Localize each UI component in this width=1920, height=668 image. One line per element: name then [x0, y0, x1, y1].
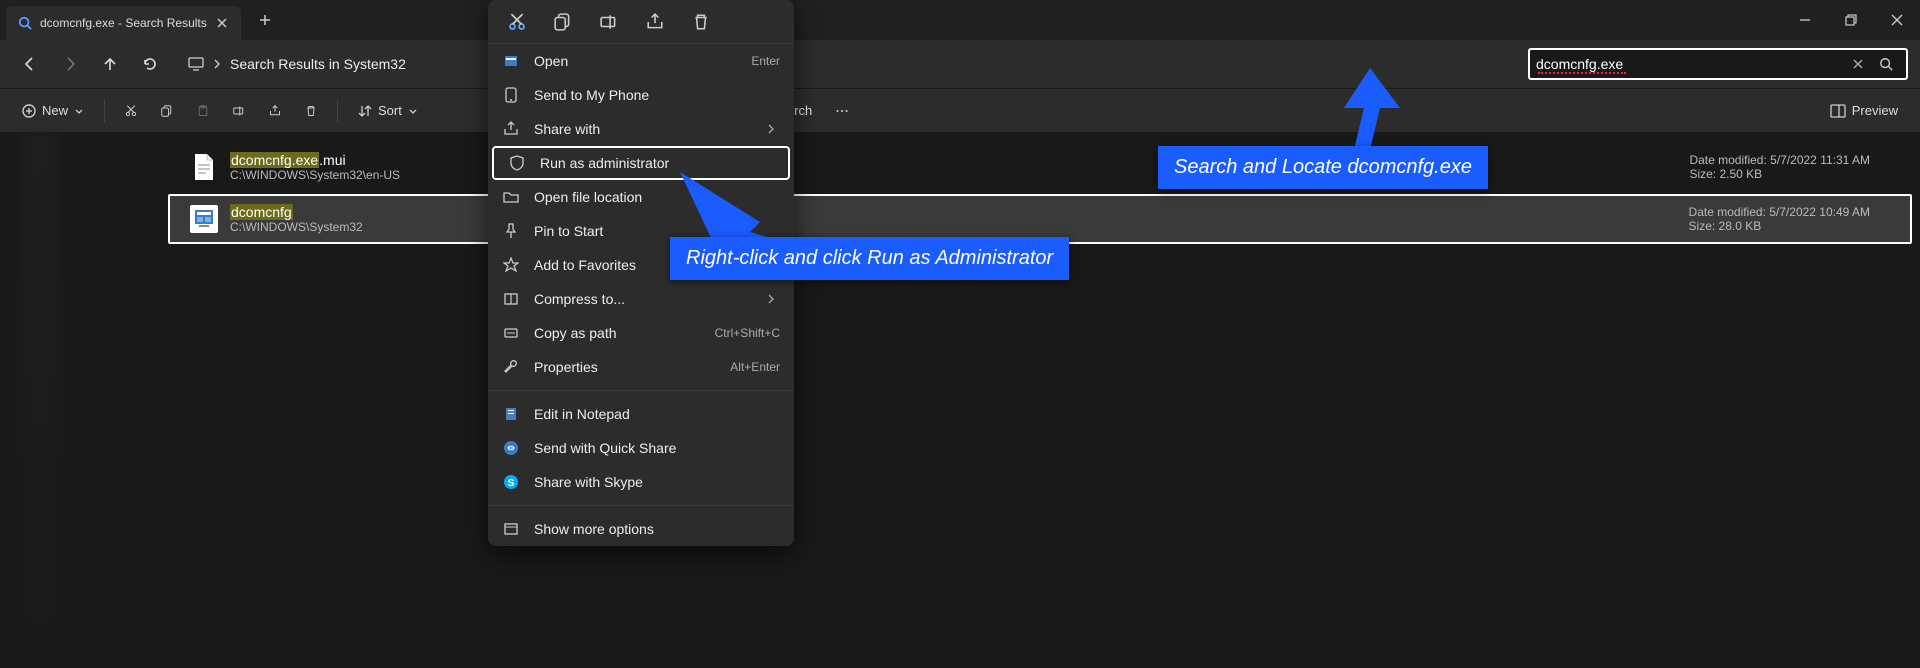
- tab-search-results[interactable]: dcomcnfg.exe - Search Results: [6, 6, 241, 40]
- minimize-button[interactable]: [1782, 0, 1828, 40]
- search-input-container: [1528, 48, 1908, 80]
- annotation-search: Search and Locate dcomcnfg.exe: [1158, 146, 1488, 189]
- file-name: dcomcnfg.exe.mui: [230, 152, 400, 168]
- close-window-button[interactable]: [1874, 0, 1920, 40]
- ctx-skype[interactable]: S Share with Skype: [488, 465, 794, 499]
- open-icon: [502, 52, 520, 70]
- ctx-rename-button[interactable]: [588, 4, 630, 40]
- titlebar: dcomcnfg.exe - Search Results: [0, 0, 1920, 40]
- file-name: dcomcnfg: [230, 204, 363, 220]
- window-icon: [502, 520, 520, 538]
- ctx-delete-button[interactable]: [680, 4, 722, 40]
- annotation-runadmin: Right-click and click Run as Administrat…: [670, 237, 1069, 280]
- pin-icon: [502, 222, 520, 240]
- breadcrumb-text: Search Results in System32: [230, 56, 406, 72]
- chevron-down-icon: [74, 106, 84, 116]
- ctx-open[interactable]: Open Enter: [488, 44, 794, 78]
- new-tab-button[interactable]: [249, 4, 281, 36]
- address-bar: Search Results in System32: [0, 40, 1920, 88]
- ctx-share-with[interactable]: Share with: [488, 112, 794, 146]
- window-controls: [1782, 0, 1920, 40]
- search-button[interactable]: [1872, 50, 1900, 78]
- up-button[interactable]: [92, 46, 128, 82]
- file-path: C:\WINDOWS\System32\en-US: [230, 168, 400, 182]
- ctx-edit-notepad[interactable]: Edit in Notepad: [488, 397, 794, 431]
- copy-button[interactable]: [151, 95, 183, 127]
- forward-button[interactable]: [52, 46, 88, 82]
- chevron-right-icon: [762, 120, 780, 138]
- close-tab-icon[interactable]: [215, 16, 229, 30]
- rename-button[interactable]: [223, 95, 255, 127]
- annotation-arrow: [1320, 68, 1400, 158]
- file-icon: [190, 153, 218, 181]
- chevron-right-icon: [762, 290, 780, 308]
- context-menu-toolbar: [488, 0, 794, 44]
- preview-button[interactable]: Preview: [1820, 95, 1908, 127]
- app-icon: [190, 205, 218, 233]
- ctx-send-phone[interactable]: Send to My Phone: [488, 78, 794, 112]
- refresh-button[interactable]: [132, 46, 168, 82]
- shield-icon: [508, 154, 526, 172]
- share-icon: [502, 120, 520, 138]
- search-icon: [18, 16, 32, 30]
- ctx-share-button[interactable]: [634, 4, 676, 40]
- archive-icon: [502, 290, 520, 308]
- ctx-quick-share[interactable]: Send with Quick Share: [488, 431, 794, 465]
- delete-button[interactable]: [295, 95, 327, 127]
- tab-title: dcomcnfg.exe - Search Results: [40, 16, 207, 30]
- star-icon: [502, 256, 520, 274]
- result-row[interactable]: dcomcnfg.exe.mui C:\WINDOWS\System32\en-…: [168, 142, 1912, 192]
- cut-button[interactable]: [115, 95, 147, 127]
- new-label: New: [42, 103, 68, 118]
- clear-search-button[interactable]: [1844, 50, 1872, 78]
- ctx-copy-button[interactable]: [542, 4, 584, 40]
- ctx-compress[interactable]: Compress to...: [488, 282, 794, 316]
- preview-label: Preview: [1852, 103, 1898, 118]
- folder-icon: [502, 188, 520, 206]
- more-button[interactable]: [826, 95, 858, 127]
- back-button[interactable]: [12, 46, 48, 82]
- ctx-copy-path[interactable]: Copy as path Ctrl+Shift+C: [488, 316, 794, 350]
- ctx-properties[interactable]: Properties Alt+Enter: [488, 350, 794, 384]
- ctx-cut-button[interactable]: [496, 4, 538, 40]
- monitor-icon: [188, 56, 204, 72]
- command-toolbar: New Sort se search Preview: [0, 88, 1920, 132]
- svg-text:S: S: [508, 478, 515, 489]
- spellcheck-underline: [1538, 72, 1626, 74]
- maximize-button[interactable]: [1828, 0, 1874, 40]
- content-area: dcomcnfg.exe.mui C:\WINDOWS\System32\en-…: [0, 132, 1920, 668]
- file-meta: Date modified: 5/7/2022 11:31 AM Size: 2…: [1689, 153, 1870, 181]
- share-button[interactable]: [259, 95, 291, 127]
- new-button[interactable]: New: [12, 95, 94, 127]
- sort-label: Sort: [378, 103, 402, 118]
- chevron-right-icon: [212, 59, 222, 69]
- path-icon: [502, 324, 520, 342]
- wrench-icon: [502, 358, 520, 376]
- file-path: C:\WINDOWS\System32: [230, 220, 363, 234]
- phone-icon: [502, 86, 520, 104]
- chevron-down-icon: [408, 106, 418, 116]
- sort-button[interactable]: Sort: [348, 95, 428, 127]
- paste-button[interactable]: [187, 95, 219, 127]
- skype-icon: S: [502, 473, 520, 491]
- notepad-icon: [502, 405, 520, 423]
- ctx-more-options[interactable]: Show more options: [488, 512, 794, 546]
- file-meta: Date modified: 5/7/2022 10:49 AM Size: 2…: [1689, 205, 1870, 233]
- search-input[interactable]: [1536, 56, 1844, 72]
- nav-pane: [0, 132, 160, 668]
- results-list: dcomcnfg.exe.mui C:\WINDOWS\System32\en-…: [160, 132, 1920, 668]
- quickshare-icon: [502, 439, 520, 457]
